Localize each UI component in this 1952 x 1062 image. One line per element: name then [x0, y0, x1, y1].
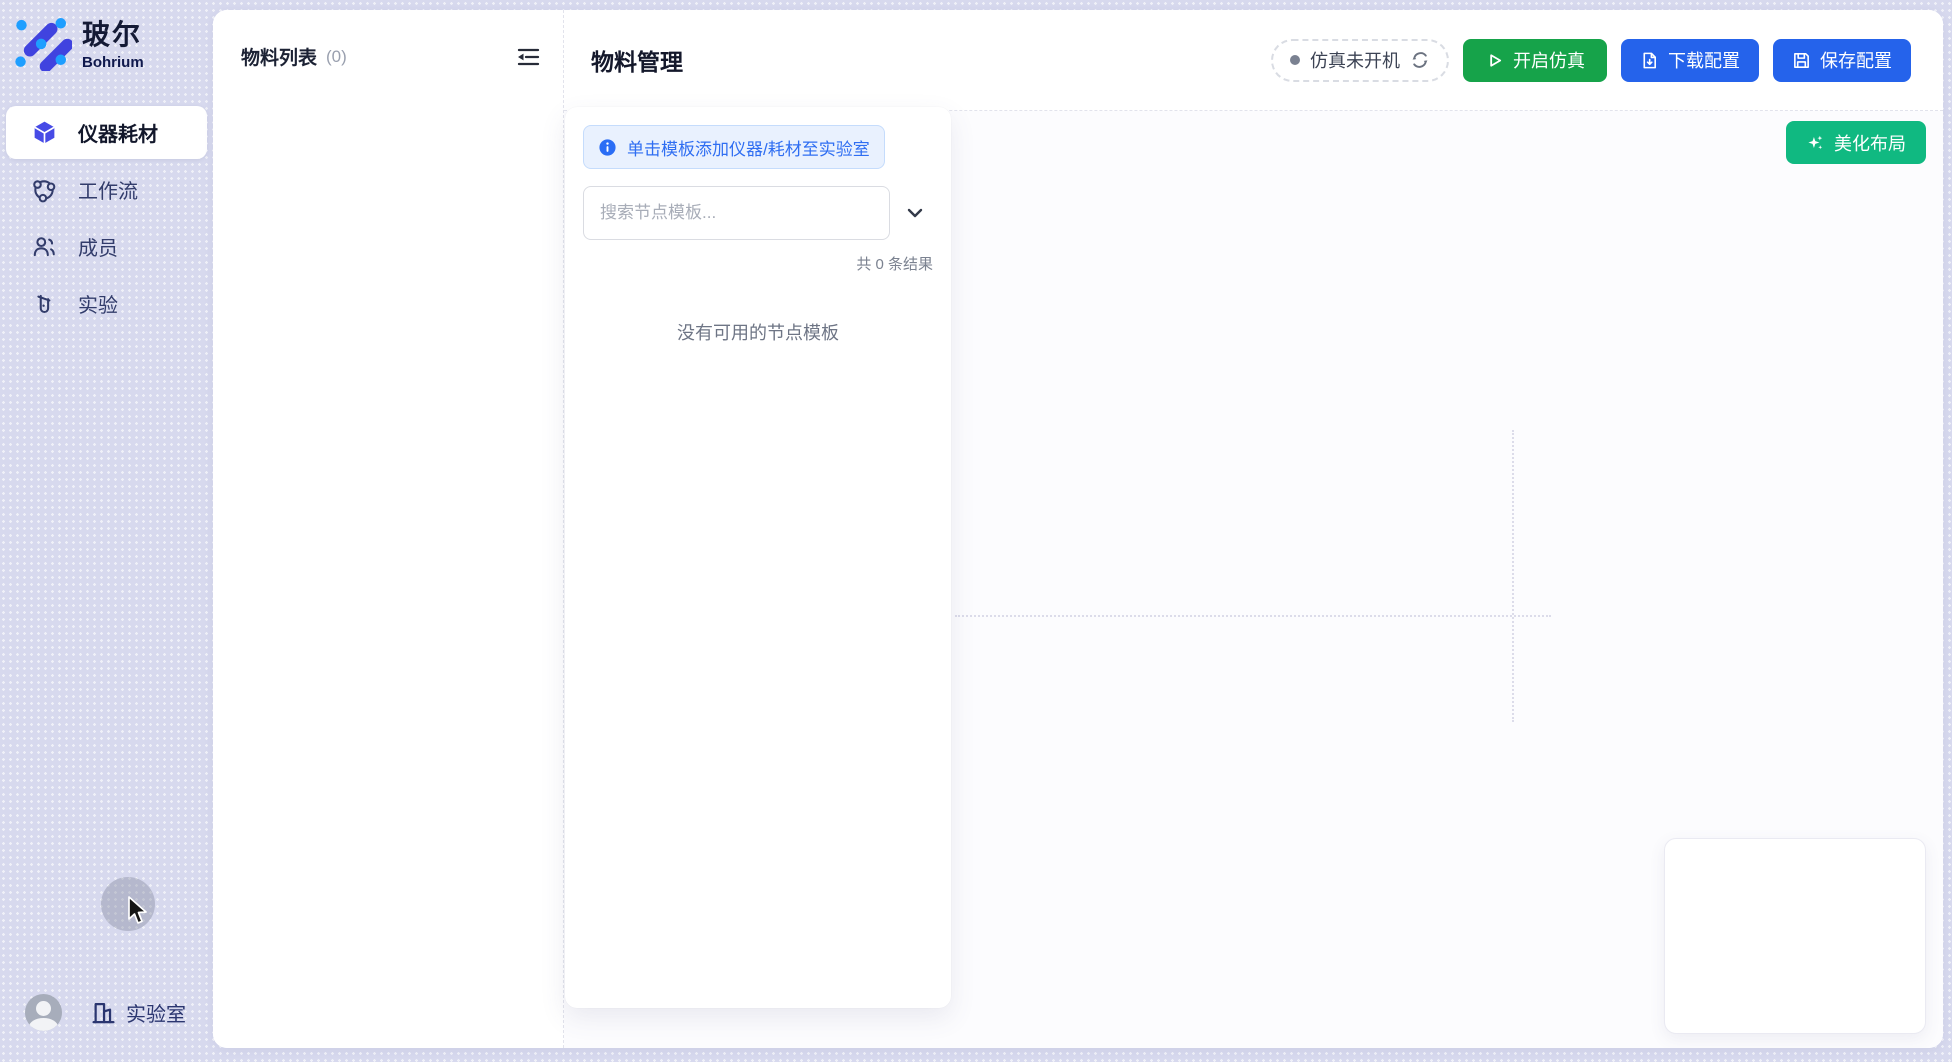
brand-subtitle: Bohrium [82, 54, 144, 71]
avatar-body [29, 1018, 58, 1031]
template-search-row [583, 186, 933, 240]
main-panel: 物料列表 (0) 物料管理 仿真未开机 [213, 10, 1943, 1048]
lab-entry[interactable]: 实验室 [90, 998, 186, 1027]
collapse-panel-icon[interactable] [514, 43, 541, 70]
sparkles-icon [1806, 133, 1825, 152]
save-icon [1792, 51, 1811, 70]
page-title: 物料管理 [591, 43, 683, 77]
experiment-icon [30, 290, 58, 318]
refresh-icon[interactable] [1410, 50, 1430, 70]
mouse-cursor [126, 895, 153, 926]
material-list-header: 物料列表 (0) [213, 10, 563, 70]
workflow-icon [30, 176, 58, 204]
download-config-button[interactable]: 下载配置 [1621, 39, 1759, 82]
info-banner-text: 单击模板添加仪器/耗材至实验室 [627, 135, 870, 160]
sidebar-item-label: 工作流 [78, 175, 138, 204]
sim-status-pill[interactable]: 仿真未开机 [1271, 39, 1449, 82]
download-config-label: 下载配置 [1668, 47, 1740, 73]
vertical-guide-line [1512, 430, 1514, 722]
material-list-count: (0) [326, 47, 347, 67]
sidebar-item-label: 仪器耗材 [78, 118, 158, 147]
material-list-panel: 物料列表 (0) [213, 10, 564, 1048]
sidebar: 玻尔 Bohrium 仪器耗材 工作流 [0, 0, 213, 1062]
save-config-label: 保存配置 [1820, 47, 1892, 73]
brand-logo: 玻尔 Bohrium [14, 13, 144, 71]
avatar-head [36, 1001, 51, 1016]
bohrium-slashes-icon [14, 13, 72, 71]
horizontal-guide-line [955, 615, 1551, 617]
file-download-icon [1640, 51, 1659, 70]
sidebar-item-label: 成员 [78, 232, 118, 261]
sidebar-item-instruments[interactable]: 仪器耗材 [6, 106, 207, 159]
minimap-panel[interactable] [1664, 838, 1926, 1034]
sim-status-label: 仿真未开机 [1310, 47, 1400, 73]
status-dot [1290, 55, 1300, 65]
sidebar-item-workflow[interactable]: 工作流 [6, 163, 207, 216]
search-input[interactable] [583, 186, 890, 240]
beautify-layout-label: 美化布局 [1834, 130, 1906, 156]
info-icon [598, 138, 617, 157]
save-config-button[interactable]: 保存配置 [1773, 39, 1911, 82]
members-icon [30, 233, 58, 261]
lab-label: 实验室 [126, 998, 186, 1027]
play-icon [1485, 51, 1504, 70]
result-count: 共 0 条结果 [583, 253, 933, 274]
sidebar-item-members[interactable]: 成员 [6, 220, 207, 273]
user-avatar[interactable] [25, 994, 62, 1031]
node-template-panel: 单击模板添加仪器/耗材至实验室 共 0 条结果 没有可用的节点模板 [565, 107, 951, 1008]
sidebar-footer: 实验室 [25, 994, 186, 1031]
header-actions: 仿真未开机 开启仿真 [1271, 39, 1911, 82]
sidebar-nav: 仪器耗材 工作流 成员 [0, 106, 213, 334]
info-banner: 单击模板添加仪器/耗材至实验室 [583, 125, 885, 169]
app-root: { "colors": { "brand_indigo": "#4649e0",… [0, 0, 1952, 1062]
beautify-layout-button[interactable]: 美化布局 [1786, 121, 1926, 164]
page-header: 物料管理 仿真未开机 [564, 10, 1943, 111]
cube-icon [30, 119, 58, 147]
sidebar-item-label: 实验 [78, 289, 118, 318]
sidebar-item-experiment[interactable]: 实验 [6, 277, 207, 330]
start-simulation-button[interactable]: 开启仿真 [1463, 39, 1607, 82]
chevron-down-icon[interactable] [901, 199, 929, 227]
material-list-title: 物料列表 [241, 43, 317, 70]
start-simulation-label: 开启仿真 [1513, 47, 1585, 73]
building-icon [90, 999, 117, 1026]
brand-name: 玻尔 [82, 13, 144, 53]
empty-state-text: 没有可用的节点模板 [583, 319, 933, 345]
